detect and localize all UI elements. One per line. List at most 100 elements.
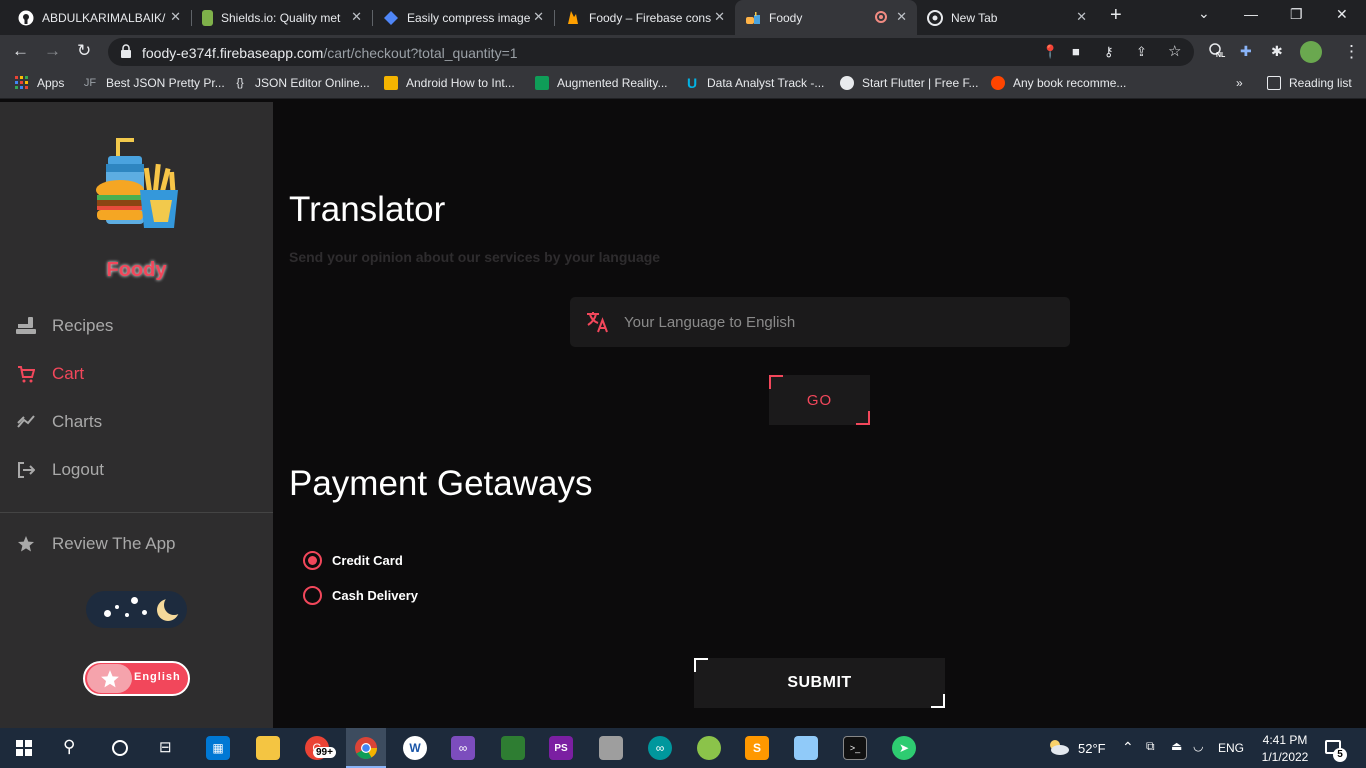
file-explorer-icon[interactable] bbox=[256, 736, 280, 760]
snail-app-icon[interactable] bbox=[697, 736, 721, 760]
profile-avatar[interactable] bbox=[1300, 41, 1322, 63]
bookmarks-bar: Apps JF Best JSON Pretty Pr... {} JSON E… bbox=[0, 69, 1366, 99]
arduino-icon[interactable]: ∞ bbox=[648, 736, 672, 760]
submit-button[interactable]: SUBMIT bbox=[694, 658, 945, 708]
language-indicator[interactable]: ENG bbox=[1218, 741, 1244, 755]
telegram-icon[interactable]: ➤ bbox=[892, 736, 916, 760]
android-doc-icon bbox=[384, 76, 398, 90]
windows-start-icon[interactable] bbox=[16, 740, 32, 756]
visual-studio-icon[interactable]: ∞ bbox=[451, 736, 475, 760]
camera-icon[interactable]: ■ bbox=[1072, 44, 1080, 59]
more-bookmarks-icon[interactable]: » bbox=[1236, 76, 1243, 90]
cortana-icon[interactable] bbox=[112, 740, 128, 756]
browser-tab[interactable]: ABDULKARIMALBAIK/ ✕ bbox=[8, 0, 191, 35]
sublime-icon[interactable]: S bbox=[745, 736, 769, 760]
recording-icon bbox=[875, 11, 887, 23]
share-icon[interactable]: ⇪ bbox=[1136, 44, 1147, 60]
foody-logo bbox=[94, 138, 180, 228]
clock-time[interactable]: 4:41 PM bbox=[1260, 733, 1310, 747]
close-icon[interactable]: ✕ bbox=[533, 9, 544, 25]
terminal-icon[interactable]: >_ bbox=[843, 736, 867, 760]
radio-unselected-icon bbox=[303, 586, 322, 605]
wifi-icon[interactable]: ◡ bbox=[1193, 739, 1203, 753]
star-dot bbox=[131, 597, 138, 604]
bookmark-apps[interactable]: Apps bbox=[15, 76, 64, 90]
reload-icon[interactable]: ↻ bbox=[77, 41, 91, 61]
star-icon bbox=[16, 534, 36, 554]
dark-mode-toggle[interactable] bbox=[86, 591, 187, 628]
tab-search-icon[interactable]: ⌄ bbox=[1198, 5, 1210, 22]
bookmark-item[interactable]: {} JSON Editor Online... bbox=[233, 76, 369, 90]
extension-icon[interactable]: ✚ bbox=[1240, 43, 1252, 60]
bookmark-item[interactable]: Any book recomme... bbox=[991, 76, 1126, 90]
sidebar-item-recipes[interactable]: Recipes bbox=[16, 316, 113, 336]
location-icon[interactable]: 📍 bbox=[1042, 44, 1058, 60]
weather-icon[interactable] bbox=[1046, 738, 1070, 756]
browser-tab[interactable]: Easily compress image ✕ bbox=[373, 0, 554, 35]
bookmark-star-icon[interactable]: ☆ bbox=[1168, 42, 1181, 60]
tray-chevron-icon[interactable]: ⌃ bbox=[1122, 739, 1134, 756]
key-icon[interactable]: ⚷ bbox=[1104, 44, 1114, 60]
close-icon[interactable]: ✕ bbox=[714, 9, 725, 25]
menu-icon[interactable]: ⋮ bbox=[1343, 42, 1360, 62]
clock-date[interactable]: 1/1/2022 bbox=[1257, 750, 1313, 764]
url-text: foody-e374f.firebaseapp.com/cart/checkou… bbox=[142, 45, 518, 61]
browser-tab-active[interactable]: Foody ✕ bbox=[735, 0, 917, 35]
payment-option-credit-card[interactable]: Credit Card bbox=[303, 551, 403, 570]
language-toggle[interactable]: English bbox=[83, 661, 190, 696]
notes-icon[interactable] bbox=[794, 736, 818, 760]
new-tab-button[interactable]: + bbox=[1110, 4, 1122, 27]
browser-tab[interactable]: Foody – Firebase cons ✕ bbox=[555, 0, 735, 35]
firebase-icon bbox=[565, 10, 581, 26]
bookmark-item[interactable]: Start Flutter | Free F... bbox=[840, 76, 978, 90]
translate-field bbox=[570, 297, 1070, 347]
bookmark-item[interactable]: Android How to Int... bbox=[384, 76, 515, 90]
search-icon[interactable]: ⚲ bbox=[63, 737, 75, 757]
toggle-knob bbox=[87, 664, 132, 693]
moon-icon bbox=[156, 595, 184, 622]
close-icon[interactable]: ✕ bbox=[1076, 9, 1087, 25]
star-dot bbox=[125, 613, 129, 617]
translator-subtitle: Send your opinion about our services by … bbox=[289, 249, 661, 265]
task-view-icon[interactable]: ⊟ bbox=[159, 738, 172, 756]
reading-list-button[interactable]: Reading list bbox=[1267, 76, 1352, 90]
close-icon[interactable]: ✕ bbox=[351, 9, 362, 25]
chrome-icon[interactable] bbox=[354, 736, 378, 760]
forward-icon[interactable]: → bbox=[44, 41, 61, 61]
browser-tab[interactable]: New Tab ✕ bbox=[917, 0, 1097, 35]
word-icon[interactable]: W bbox=[403, 736, 427, 760]
address-bar[interactable]: foody-e374f.firebaseapp.com/cart/checkou… bbox=[108, 38, 1194, 66]
android-studio-icon[interactable] bbox=[501, 736, 525, 760]
browser-tab[interactable]: Shields.io: Quality met ✕ bbox=[192, 0, 372, 35]
go-button[interactable]: GO bbox=[769, 375, 870, 425]
payment-option-cash-delivery[interactable]: Cash Delivery bbox=[303, 586, 418, 605]
bookmark-item[interactable]: JF Best JSON Pretty Pr... bbox=[82, 76, 225, 90]
extension-nl-icon[interactable]: NL bbox=[1208, 43, 1226, 61]
notification-badge: 99+ bbox=[313, 747, 336, 758]
close-icon[interactable]: ✕ bbox=[896, 9, 907, 25]
store-icon[interactable]: ▦ bbox=[206, 736, 230, 760]
corner-decoration bbox=[856, 411, 870, 425]
usb-icon[interactable]: ⏏ bbox=[1171, 739, 1182, 753]
phpstorm-icon[interactable]: PS bbox=[549, 736, 573, 760]
sidebar-item-cart[interactable]: Cart bbox=[16, 364, 84, 384]
bookmark-item[interactable]: Augmented Reality... bbox=[535, 76, 668, 90]
close-window-button[interactable]: ✕ bbox=[1336, 6, 1348, 23]
corner-decoration bbox=[931, 694, 945, 708]
sidebar-item-charts[interactable]: Charts bbox=[16, 412, 102, 432]
puzzle-icon[interactable]: ✱ bbox=[1271, 43, 1283, 60]
translator-title: Translator bbox=[289, 190, 446, 229]
minimize-button[interactable]: — bbox=[1244, 6, 1258, 22]
star-dot bbox=[142, 610, 147, 615]
back-icon[interactable]: ← bbox=[12, 41, 29, 61]
translate-input[interactable] bbox=[624, 310, 1054, 334]
sidebar-item-logout[interactable]: Logout bbox=[16, 460, 104, 480]
close-icon[interactable]: ✕ bbox=[170, 9, 181, 25]
bookmark-item[interactable]: U Data Analyst Track -... bbox=[685, 75, 824, 91]
lock-icon bbox=[121, 44, 131, 58]
restore-button[interactable]: ❐ bbox=[1290, 6, 1303, 23]
database-icon[interactable] bbox=[599, 736, 623, 760]
radio-selected-icon bbox=[303, 551, 322, 570]
meet-icon[interactable]: ⧉ bbox=[1146, 739, 1155, 754]
sidebar-item-review[interactable]: Review The App bbox=[16, 534, 175, 554]
